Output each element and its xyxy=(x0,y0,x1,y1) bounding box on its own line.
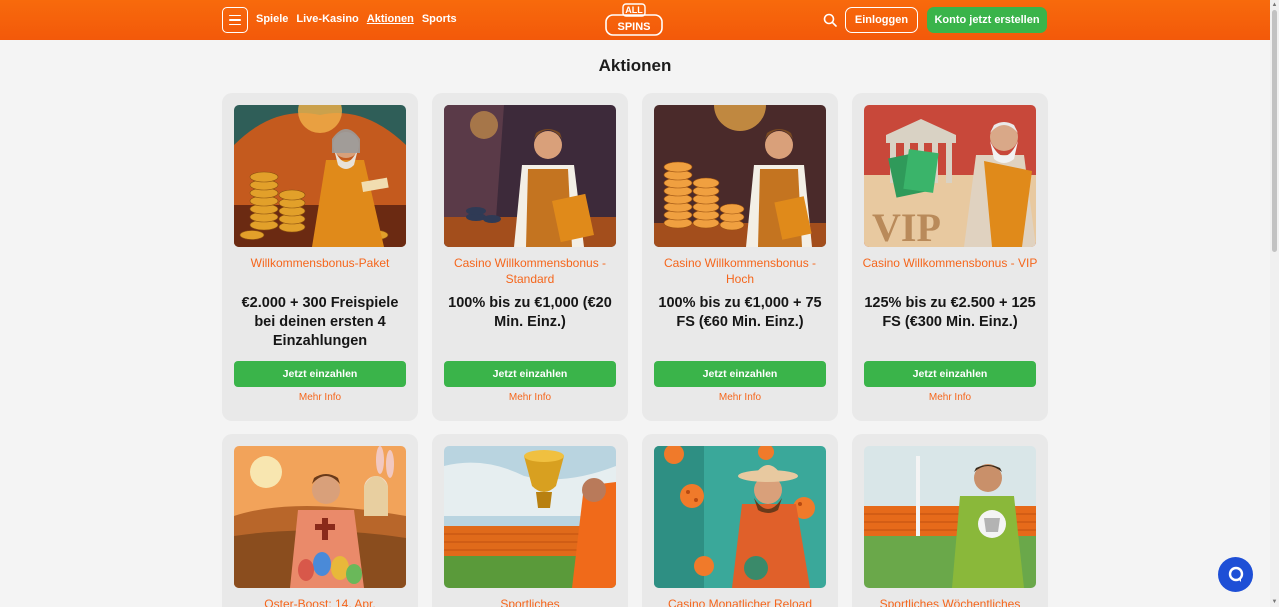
promo-card: Casino Willkommensbonus - Standard 100% … xyxy=(432,93,628,421)
more-info-link[interactable]: Mehr Info xyxy=(864,392,1036,403)
promo-subtitle: Sportliches xyxy=(500,597,560,607)
top-header: Spiele Live-Kasino Aktionen Sports ALL S… xyxy=(0,0,1270,40)
promo-card: Sportliches Wöchentliches xyxy=(852,434,1048,607)
promo-subtitle: Casino Willkommensbonus - Standard xyxy=(453,256,607,286)
promo-card: VIP Casino Willkommensbonus - VIP 125% b… xyxy=(852,93,1048,421)
main-nav: Spiele Live-Kasino Aktionen Sports xyxy=(256,13,457,25)
chat-icon xyxy=(1228,566,1243,582)
scroll-up-arrow-icon[interactable]: ▲ xyxy=(1270,1,1279,9)
promo-subtitle: Oster-Boost: 14. Apr. xyxy=(264,597,376,607)
promo-card: Sportliches xyxy=(432,434,628,607)
promo-card: Willkommensbonus-Paket €2.000 + 300 Frei… xyxy=(222,93,418,421)
svg-text:VIP: VIP xyxy=(872,205,941,247)
deposit-button[interactable]: Jetzt einzahlen xyxy=(654,361,826,387)
page-title: Aktionen xyxy=(598,56,672,75)
promo-card: Casino Monatlicher Reload xyxy=(642,434,838,607)
promo-image-vip-zeus[interactable]: VIP xyxy=(864,105,1036,247)
scroll-down-arrow-icon[interactable]: ▼ xyxy=(1270,598,1279,606)
nav-aktionen[interactable]: Aktionen xyxy=(367,13,414,25)
promo-image-sports-goalkeeper[interactable] xyxy=(864,446,1036,588)
promo-subtitle: Casino Willkommensbonus - VIP xyxy=(862,256,1038,270)
promo-image-croupier-high[interactable] xyxy=(654,105,826,247)
deposit-button[interactable]: Jetzt einzahlen xyxy=(234,361,406,387)
nav-sports[interactable]: Sports xyxy=(422,13,457,25)
nav-live-kasino[interactable]: Live-Kasino xyxy=(296,13,358,25)
scroll-thumb[interactable] xyxy=(1272,10,1277,252)
more-info-link[interactable]: Mehr Info xyxy=(234,392,406,403)
promo-image-reload-cowboy[interactable] xyxy=(654,446,826,588)
promo-subtitle: Sportliches Wöchentliches xyxy=(879,597,1021,607)
promo-image-sports-trophy[interactable] xyxy=(444,446,616,588)
vertical-scrollbar[interactable]: ▲ ▼ xyxy=(1270,0,1279,607)
allspins-logo[interactable]: ALL SPINS xyxy=(604,3,664,37)
logo-top-text: ALL xyxy=(625,5,643,15)
promo-subtitle: Casino Monatlicher Reload xyxy=(667,597,813,607)
register-button[interactable]: Konto jetzt erstellen xyxy=(927,7,1047,33)
more-info-link[interactable]: Mehr Info xyxy=(654,392,826,403)
deposit-button[interactable]: Jetzt einzahlen xyxy=(864,361,1036,387)
search-icon[interactable] xyxy=(823,13,837,27)
deposit-button[interactable]: Jetzt einzahlen xyxy=(444,361,616,387)
promo-card: Oster-Boost: 14. Apr. xyxy=(222,434,418,607)
promo-headline: €2.000 + 300 Freispiele bei deinen erste… xyxy=(241,295,399,349)
promo-headline: 100% bis zu €1,000 + 75 FS (€60 Min. Ein… xyxy=(658,295,822,330)
promo-headline: 125% bis zu €2.500 + 125 FS (€300 Min. E… xyxy=(864,295,1036,330)
promo-card: Casino Willkommensbonus - Hoch 100% bis … xyxy=(642,93,838,421)
more-info-link[interactable]: Mehr Info xyxy=(444,392,616,403)
hamburger-menu-icon[interactable] xyxy=(222,7,248,33)
logo-bottom-text: SPINS xyxy=(617,21,650,33)
promo-subtitle: Casino Willkommensbonus - Hoch xyxy=(663,256,817,286)
login-button[interactable]: Einloggen xyxy=(845,7,918,33)
promo-headline: 100% bis zu €1,000 (€20 Min. Einz.) xyxy=(448,295,612,330)
chat-support-button[interactable] xyxy=(1218,557,1253,592)
promo-image-croupier-standard[interactable] xyxy=(444,105,616,247)
promo-image-wizard[interactable] xyxy=(234,105,406,247)
promo-image-easter[interactable] xyxy=(234,446,406,588)
nav-spiele[interactable]: Spiele xyxy=(256,13,288,25)
promo-subtitle: Willkommensbonus-Paket xyxy=(250,256,390,270)
